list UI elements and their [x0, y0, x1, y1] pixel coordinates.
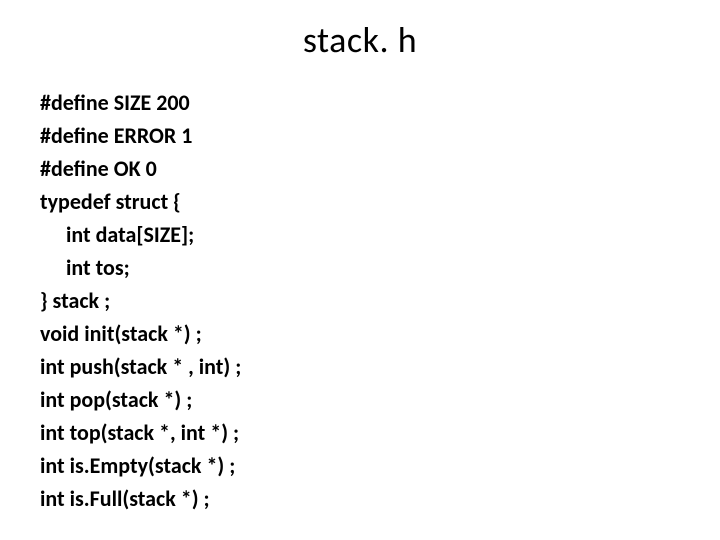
code-line: int pop(stack *) ;: [40, 383, 680, 416]
code-line: #define OK 0: [40, 152, 680, 185]
code-line: int top(stack *, int *) ;: [40, 416, 680, 449]
code-line: #define SIZE 200: [40, 86, 680, 119]
code-line: int is.Empty(stack *) ;: [40, 449, 680, 482]
code-line: } stack ;: [40, 284, 680, 317]
page-title: stack. h: [40, 18, 680, 62]
slide: stack. h #define SIZE 200 #define ERROR …: [0, 0, 720, 540]
code-line: typedef struct {: [40, 185, 680, 218]
code-line: int is.Full(stack *) ;: [40, 482, 680, 515]
code-line: #define ERROR 1: [40, 119, 680, 152]
code-block: #define SIZE 200 #define ERROR 1 #define…: [40, 86, 680, 515]
code-line: int tos;: [40, 251, 680, 284]
code-line: int push(stack * , int) ;: [40, 350, 680, 383]
code-line: void init(stack *) ;: [40, 317, 680, 350]
code-line: int data[SIZE];: [40, 218, 680, 251]
